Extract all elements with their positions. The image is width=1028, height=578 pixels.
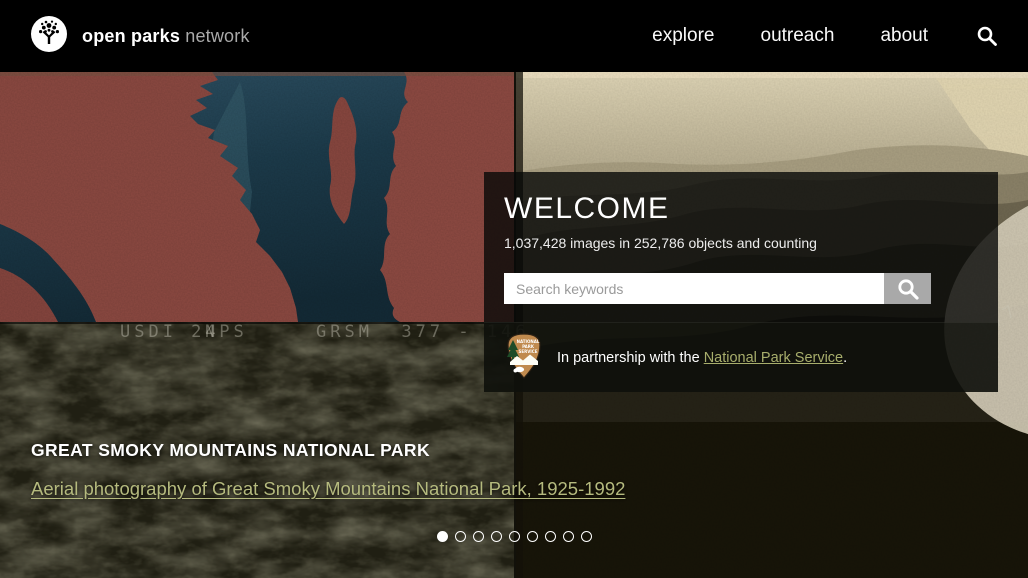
keyword-search-form — [504, 273, 931, 304]
partnership-text: In partnership with the National Park Se… — [557, 350, 847, 366]
nps-arrowhead-logo: NATIONAL PARK SERVICE — [504, 331, 544, 384]
search-icon — [976, 25, 998, 47]
nav-item-about[interactable]: about — [880, 25, 928, 47]
carousel-dot-6[interactable] — [527, 531, 538, 542]
collection-stats-text: 1,037,428 images in 252,786 objects and … — [504, 235, 978, 251]
brand-home-link[interactable]: open parks network — [30, 15, 250, 58]
carousel-dot-8[interactable] — [563, 531, 574, 542]
header-search-button[interactable] — [976, 25, 998, 47]
carousel-dot-5[interactable] — [509, 531, 520, 542]
partnership-strip: NATIONAL PARK SERVICE In partnership wit… — [484, 322, 998, 392]
partnership-suffix: . — [843, 350, 847, 366]
nav-item-outreach[interactable]: outreach — [761, 25, 835, 47]
partnership-prefix: In partnership with the — [557, 350, 704, 366]
brand-title-light: network — [185, 26, 249, 46]
slide-caption: GREAT SMOKY MOUNTAINS NATIONAL PARK Aeri… — [31, 440, 625, 500]
carousel-dots — [0, 531, 1028, 542]
hero-photo-infrared-aerial — [0, 72, 514, 322]
welcome-panel-main: WELCOME 1,037,428 images in 252,786 obje… — [484, 172, 998, 322]
primary-nav: explore outreach about — [652, 25, 998, 47]
brand-title-bold: open parks — [82, 26, 180, 46]
carousel-dot-7[interactable] — [545, 531, 556, 542]
national-park-service-link[interactable]: National Park Service — [704, 350, 843, 366]
brand-title: open parks network — [82, 26, 250, 47]
search-icon — [896, 277, 920, 301]
welcome-title: WELCOME — [504, 192, 978, 225]
open-parks-tree-logo-icon — [30, 15, 68, 58]
carousel-dot-2[interactable] — [455, 531, 466, 542]
park-title: GREAT SMOKY MOUNTAINS NATIONAL PARK — [31, 440, 625, 461]
top-navigation-bar: open parks network explore outreach abou… — [0, 0, 1028, 72]
carousel-dot-9[interactable] — [581, 531, 592, 542]
carousel-dot-4[interactable] — [491, 531, 502, 542]
hero-carousel: USDI 24 NPS GRSM 377 - 146 177 WELCOME 1… — [0, 72, 1028, 578]
welcome-panel: WELCOME 1,037,428 images in 252,786 obje… — [484, 172, 998, 392]
nav-item-explore[interactable]: explore — [652, 25, 714, 47]
carousel-dot-3[interactable] — [473, 531, 484, 542]
keyword-search-submit-button[interactable] — [884, 273, 931, 304]
keyword-search-input[interactable] — [504, 273, 884, 304]
svg-text:SERVICE: SERVICE — [519, 349, 538, 354]
collection-link[interactable]: Aerial photography of Great Smoky Mounta… — [31, 478, 625, 500]
carousel-dot-1[interactable] — [437, 531, 448, 542]
